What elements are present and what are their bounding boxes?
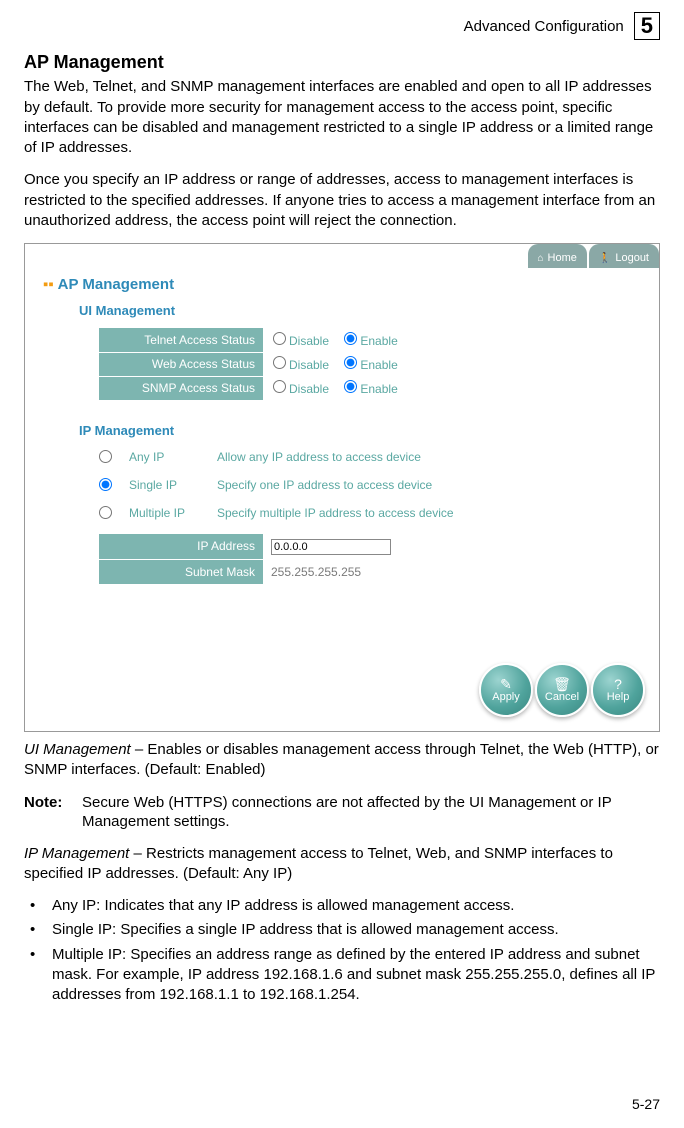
apply-button[interactable]: ✎ Apply: [479, 663, 533, 717]
note-label: Note:: [24, 793, 72, 832]
bullet-multiple-ip: •Multiple IP: Specifies an address range…: [30, 945, 660, 1006]
snmp-enable-radio[interactable]: [344, 380, 357, 393]
ip-any-row: Any IP Allow any IP address to access de…: [99, 450, 641, 464]
chapter-number: 5: [634, 12, 660, 40]
screenshot-topbar: ⌂ Home 🚶 Logout: [25, 244, 659, 268]
telnet-enable-radio[interactable]: [344, 332, 357, 345]
telnet-disable-radio[interactable]: [273, 332, 286, 345]
ip-single-row: Single IP Specify one IP address to acce…: [99, 478, 641, 492]
snmp-disable-option[interactable]: Disable: [273, 382, 329, 396]
ip-single-label: Single IP: [129, 478, 203, 492]
bullet-2-text: Single IP: Specifies a single IP address…: [52, 920, 559, 940]
ip-multiple-label: Multiple IP: [129, 506, 203, 520]
subnet-mask-label: Subnet Mask: [99, 560, 263, 585]
ip-options: Any IP Allow any IP address to access de…: [99, 450, 641, 520]
help-icon: ?: [614, 677, 622, 691]
bullet-single-ip: • Single IP: Specifies a single IP addres…: [30, 920, 660, 940]
ip-input-table: IP Address Subnet Mask 255.255.255.255: [99, 534, 399, 586]
note-text: Secure Web (HTTPS) connections are not a…: [82, 793, 660, 832]
bullet-dot: •: [30, 920, 42, 940]
home-icon: ⌂: [538, 253, 544, 264]
web-row-label: Web Access Status: [99, 352, 263, 376]
embedded-screenshot: ⌂ Home 🚶 Logout ▪▪AP Management UI Manag…: [24, 243, 660, 732]
web-enable-radio[interactable]: [344, 356, 357, 369]
ui-management-description: UI Management – Enables or disables mana…: [24, 740, 660, 781]
screenshot-title: ▪▪AP Management: [43, 276, 641, 293]
bullet-3-text: Multiple IP: Specifies an address range …: [52, 945, 660, 1006]
ip-any-radio[interactable]: [99, 450, 112, 463]
ip-multiple-row: Multiple IP Specify multiple IP address …: [99, 506, 641, 520]
home-label: Home: [548, 252, 577, 264]
ui-management-heading: UI Management: [79, 303, 641, 318]
telnet-enable-option[interactable]: Enable: [344, 334, 397, 348]
ip-multiple-radio[interactable]: [99, 506, 112, 519]
ip-single-desc: Specify one IP address to access device: [217, 478, 432, 492]
logout-icon: 🚶: [599, 253, 611, 264]
help-button[interactable]: ? Help: [591, 663, 645, 717]
bullet-dot: •: [30, 945, 42, 1006]
ip-address-label: IP Address: [99, 534, 263, 560]
bullet-any-ip: • Any IP: Indicates that any IP address i…: [30, 896, 660, 916]
ip-any-label: Any IP: [129, 450, 203, 464]
ip-address-input[interactable]: [271, 539, 391, 555]
cancel-icon: 🗑: [553, 677, 571, 691]
cancel-label: Cancel: [545, 691, 579, 703]
paragraph-1: The Web, Telnet, and SNMP management int…: [24, 77, 660, 158]
note-block: Note: Secure Web (HTTPS) connections are…: [24, 793, 660, 832]
ui-mgmt-term: UI Management: [24, 741, 131, 758]
section-title: AP Management: [24, 52, 660, 73]
cancel-button[interactable]: 🗑 Cancel: [535, 663, 589, 717]
web-disable-radio[interactable]: [273, 356, 286, 369]
page-header: Advanced Configuration 5: [24, 12, 660, 40]
title-text: AP Management: [58, 276, 174, 293]
ip-mgmt-term: IP Management: [24, 845, 129, 862]
help-label: Help: [607, 691, 630, 703]
ui-management-table: Telnet Access Status Disable Enable Web …: [99, 328, 418, 401]
apply-label: Apply: [492, 691, 520, 703]
apply-icon: ✎: [500, 677, 512, 691]
telnet-row-label: Telnet Access Status: [99, 328, 263, 352]
snmp-enable-option[interactable]: Enable: [344, 382, 397, 396]
web-disable-option[interactable]: Disable: [273, 358, 329, 372]
ip-any-desc: Allow any IP address to access device: [217, 450, 421, 464]
snmp-disable-radio[interactable]: [273, 380, 286, 393]
home-tab[interactable]: ⌂ Home: [528, 244, 587, 268]
title-bullet-icon: ▪▪: [43, 276, 54, 293]
snmp-row-label: SNMP Access Status: [99, 376, 263, 400]
paragraph-2: Once you specify an IP address or range …: [24, 170, 660, 231]
web-enable-option[interactable]: Enable: [344, 358, 397, 372]
bullet-1-text: Any IP: Indicates that any IP address is…: [52, 896, 514, 916]
ip-management-description: IP Management – Restricts management acc…: [24, 844, 660, 885]
telnet-disable-option[interactable]: Disable: [273, 334, 329, 348]
bullet-dot: •: [30, 896, 42, 916]
bullet-list: • Any IP: Indicates that any IP address i…: [30, 896, 660, 1005]
breadcrumb: Advanced Configuration: [464, 18, 624, 35]
page-number: 5-27: [632, 1096, 660, 1112]
logout-label: Logout: [615, 252, 649, 264]
ip-multiple-desc: Specify multiple IP address to access de…: [217, 506, 454, 520]
subnet-mask-value: 255.255.255.255: [263, 560, 399, 585]
screenshot-buttons: ✎ Apply 🗑 Cancel ? Help: [25, 603, 659, 731]
ip-single-radio[interactable]: [99, 478, 112, 491]
ip-management-heading: IP Management: [79, 423, 641, 438]
logout-tab[interactable]: 🚶 Logout: [589, 244, 659, 268]
